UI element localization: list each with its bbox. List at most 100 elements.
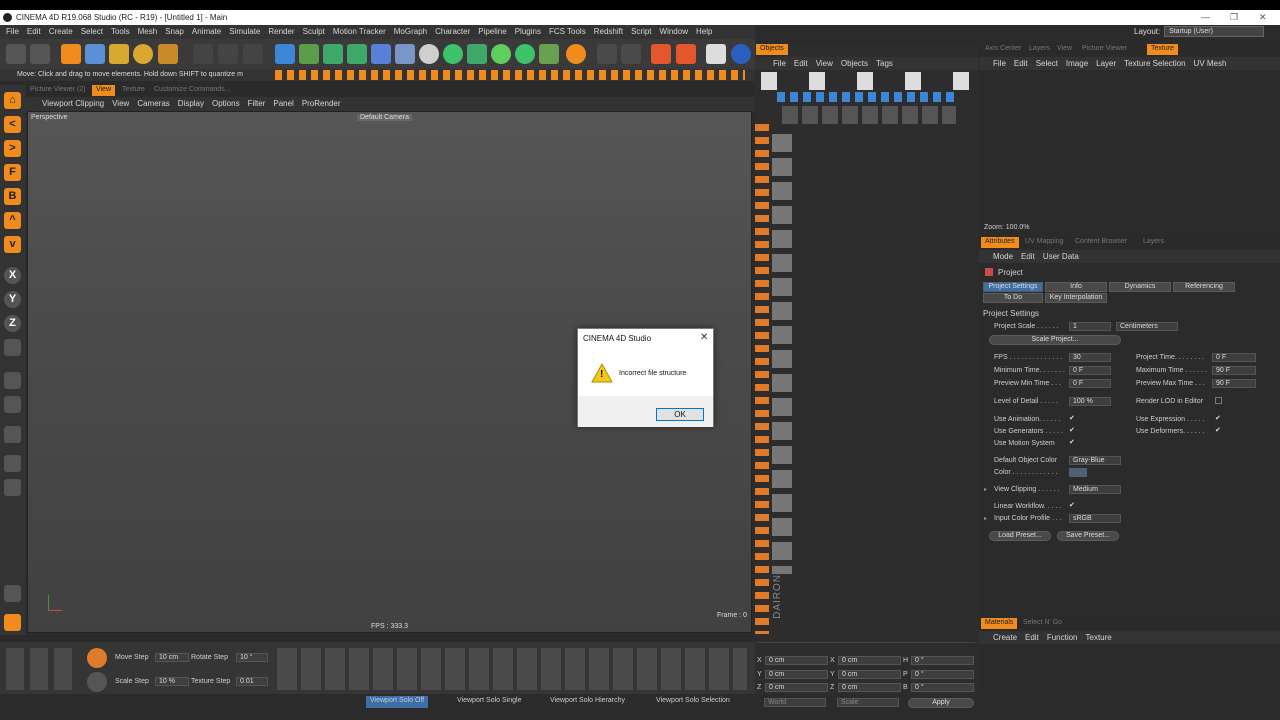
objects-tool-column[interactable] [772, 134, 792, 574]
coord-scale-select[interactable]: Scale [837, 698, 899, 707]
subtab-dynamics[interactable]: Dynamics [1109, 282, 1171, 292]
bottom-icon-grid[interactable] [277, 648, 747, 690]
prev-min-field[interactable]: 0 F [1069, 379, 1111, 388]
menu-edit[interactable]: Edit [23, 25, 45, 36]
menu-file[interactable]: File [0, 25, 23, 36]
up-mode-icon[interactable]: ^ [4, 212, 21, 229]
lod-field[interactable]: 100 % [1069, 397, 1111, 406]
workplane-icon[interactable] [4, 396, 21, 413]
default-color-select[interactable]: Gray-Blue [1069, 456, 1121, 465]
apply-button[interactable]: Apply [908, 698, 974, 708]
objects-left-strip[interactable] [755, 124, 769, 634]
rotate-tool-icon[interactable] [133, 44, 153, 64]
vp-menu-view[interactable]: View [108, 97, 133, 108]
molecule-icon[interactable] [566, 44, 586, 64]
tex-menu-file[interactable]: File [979, 57, 1010, 68]
viewport-solo-hierarchy-button[interactable]: Viewport Solo Hierarchy [546, 696, 629, 708]
snap-icons-group[interactable] [6, 648, 78, 690]
object-icons-row[interactable] [777, 92, 959, 102]
vp-menu-clipping[interactable]: Viewport Clipping [26, 97, 108, 108]
vp-menu-display[interactable]: Display [174, 97, 208, 108]
sphere-grid-icon[interactable] [731, 44, 751, 64]
save-preset-button[interactable]: Save Preset... [1057, 531, 1119, 541]
viewport-solo-off-button[interactable]: Viewport Solo Off [366, 696, 429, 708]
vp-menu-panel[interactable]: Panel [269, 97, 297, 108]
project-scale-unit-select[interactable]: Centimeters [1116, 322, 1178, 331]
texture-step-field[interactable]: 0.01 [236, 677, 268, 686]
vp-menu-cameras[interactable]: Cameras [133, 97, 173, 108]
x-axis-icon[interactable]: X [4, 267, 21, 284]
layout-icon-b[interactable] [621, 44, 641, 64]
layout-select[interactable]: Startup (User) [1164, 26, 1264, 37]
tab-content-browser[interactable]: Content Browser [1071, 237, 1131, 248]
half-sphere-icon[interactable] [515, 44, 535, 64]
subtab-to-do[interactable]: To Do [983, 293, 1043, 303]
subtab-info[interactable]: Info [1045, 282, 1107, 292]
paint-icon[interactable] [4, 479, 21, 496]
project-scale-field[interactable]: 1 [1069, 322, 1111, 331]
use-deformers-checkbox[interactable]: ✔ [1215, 427, 1222, 434]
subtab-referencing[interactable]: Referencing [1173, 282, 1235, 292]
tab-texture[interactable]: Texture [118, 85, 149, 96]
ok-button[interactable]: OK [656, 408, 704, 421]
scale-project-button[interactable]: Scale Project... [989, 335, 1121, 345]
menu-pipeline[interactable]: Pipeline [474, 25, 510, 36]
use-motion-checkbox[interactable]: ✔ [1069, 439, 1076, 446]
menu-plugins[interactable]: Plugins [511, 25, 545, 36]
render-view-icon[interactable] [193, 44, 213, 64]
coord-b[interactable]: 0 ° [911, 683, 974, 692]
coord-p[interactable]: 0 ° [911, 670, 974, 679]
use-generators-checkbox[interactable]: ✔ [1069, 427, 1076, 434]
down-mode-icon[interactable]: v [4, 236, 21, 253]
redo-icon[interactable] [30, 44, 50, 64]
tab-layers[interactable]: Layers [1025, 44, 1054, 55]
menu-redshift[interactable]: Redshift [590, 25, 627, 36]
rotate-step-field[interactable]: 10 ° [236, 653, 268, 662]
recent-tool-icon[interactable] [158, 44, 178, 64]
mat-menu-function[interactable]: Function [1043, 631, 1082, 642]
close-icon[interactable]: ✕ [1259, 12, 1267, 23]
color-swatch[interactable] [1069, 468, 1087, 477]
tab-customize-commands[interactable]: Customize Commands... [150, 85, 235, 96]
tex-menu-select[interactable]: Select [1032, 57, 1062, 68]
tex-menu-texture-selection[interactable]: Texture Selection [1120, 57, 1189, 68]
tex-menu-uv-mesh[interactable]: UV Mesh [1190, 57, 1231, 68]
tab-layers-attr[interactable]: Layers [1139, 237, 1168, 248]
obj-menu-objects[interactable]: Objects [837, 57, 872, 68]
project-time-field[interactable]: 0 F [1212, 353, 1256, 362]
menu-mograph[interactable]: MoGraph [390, 25, 431, 36]
vp-menu-prorender[interactable]: ProRender [298, 97, 345, 108]
cube-icon[interactable] [275, 44, 295, 64]
min-time-field[interactable]: 0 F [1069, 366, 1111, 375]
menu-fcs-tools[interactable]: FCS Tools [545, 25, 590, 36]
coord-y-size[interactable]: 0 cm [838, 670, 901, 679]
tex-menu-edit[interactable]: Edit [1010, 57, 1032, 68]
tab-picture-viewer[interactable]: Picture Viewer (2) [26, 85, 90, 96]
render-lod-checkbox[interactable] [1215, 397, 1222, 404]
edges-mode-icon[interactable]: > [4, 140, 21, 157]
subtab-project-settings[interactable]: Project Settings [983, 282, 1043, 292]
dialog-close-icon[interactable]: ✕ [700, 332, 708, 343]
floor-icon[interactable] [395, 44, 415, 64]
menu-tools[interactable]: Tools [107, 25, 134, 36]
viewport-camera[interactable]: Default Camera [357, 114, 413, 121]
coord-x-size[interactable]: 0 cm [838, 656, 901, 665]
attr-menu-mode[interactable]: Mode [979, 250, 1017, 261]
tab-texture-r[interactable]: Texture [1147, 44, 1178, 55]
render-picture-viewer-icon[interactable] [218, 44, 238, 64]
menu-mesh[interactable]: Mesh [134, 25, 162, 36]
model-mode-icon[interactable]: ⌂ [4, 92, 21, 109]
view-clipping-arrow[interactable]: ▸ [984, 486, 987, 493]
plugin-icon-b[interactable] [676, 44, 696, 64]
material-icon[interactable] [443, 44, 463, 64]
scale-step-field[interactable]: 10 % [155, 677, 189, 686]
b-mode-icon[interactable]: B [4, 188, 21, 205]
obj-menu-edit[interactable]: Edit [790, 57, 812, 68]
layout-icon-a[interactable] [597, 44, 617, 64]
subdivision-icon[interactable] [323, 44, 343, 64]
obj-menu-view[interactable]: View [812, 57, 837, 68]
render-settings-icon[interactable] [243, 44, 263, 64]
mat-menu-texture[interactable]: Texture [1082, 631, 1116, 642]
walk-icon[interactable] [4, 614, 21, 631]
coord-z-size[interactable]: 0 cm [838, 683, 901, 692]
